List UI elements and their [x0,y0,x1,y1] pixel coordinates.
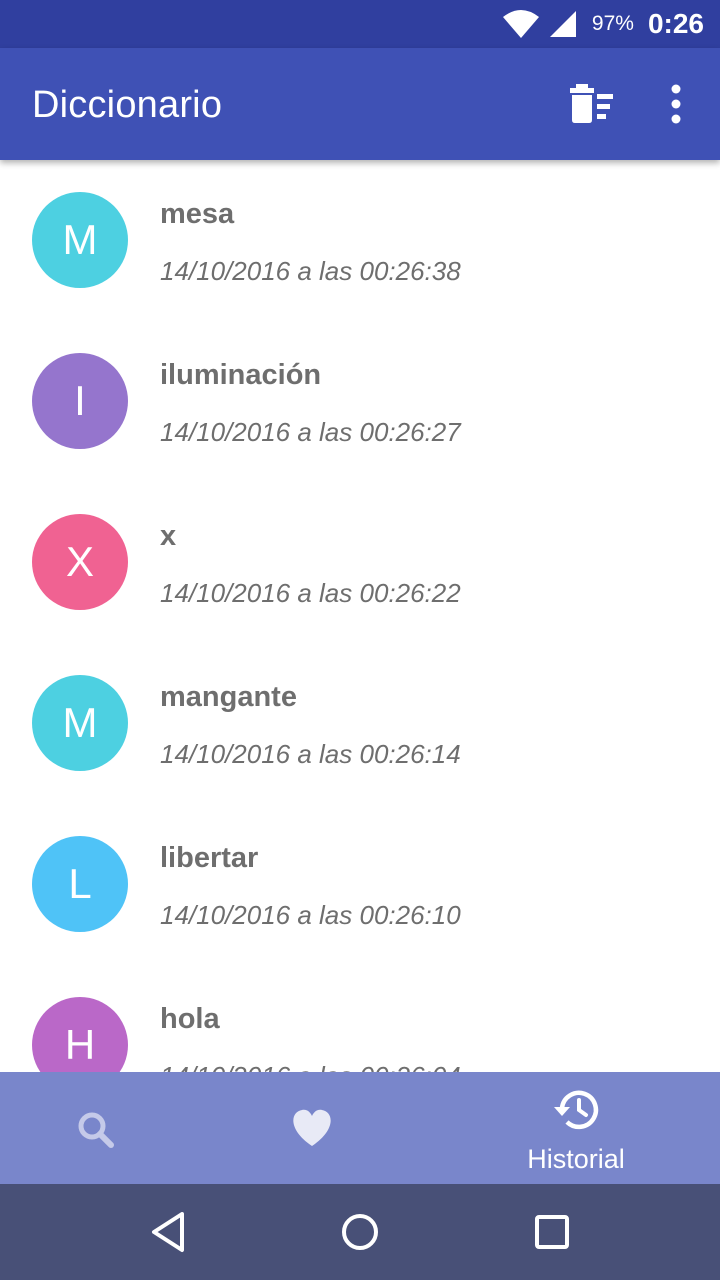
date-label: 14/10/2016 a las 00:26:22 [160,578,461,608]
avatar: L [32,836,128,932]
word-label: mesa [160,198,235,230]
date-label: 14/10/2016 a las 00:26:27 [160,417,461,447]
avatar: M [32,192,128,288]
history-icon [554,1090,599,1130]
avatar: I [32,353,128,449]
list-item[interactable]: X x 14/10/2016 a las 00:26:22 [0,482,720,643]
date-label: 14/10/2016 a las 00:26:10 [160,900,461,930]
search-icon [78,1112,114,1148]
heart-icon [293,1109,331,1146]
status-bar: 97% 0:26 [0,0,720,48]
recents-icon[interactable] [524,1204,580,1260]
more-vert-icon[interactable] [656,78,696,130]
home-icon[interactable] [332,1204,388,1260]
avatar: X [32,514,128,610]
history-list[interactable]: M mesa 14/10/2016 a las 00:26:38 I ilumi… [0,160,720,1072]
nav-history-button[interactable]: Historial [500,1080,652,1176]
date-label: 14/10/2016 a las 00:26:38 [160,256,461,286]
list-item[interactable]: I iluminación 14/10/2016 a las 00:26:27 [0,321,720,482]
list-item[interactable]: H hola 14/10/2016 a las 00:26:04 [0,965,720,1072]
signal-icon [549,11,576,37]
back-icon[interactable] [140,1204,196,1260]
list-item[interactable]: M mangante 14/10/2016 a las 00:26:14 [0,643,720,804]
word-label: x [160,520,177,552]
word-label: libertar [160,842,259,874]
nav-history-label: Historial [527,1144,625,1174]
avatar: H [32,997,128,1072]
app-bar: Diccionario [0,48,720,160]
avatar: M [32,675,128,771]
bottom-navigation: Historial [0,1072,720,1184]
nav-search-button[interactable] [60,1088,132,1168]
battery-percent: 97% [591,12,634,35]
page-title: Diccionario [32,84,223,126]
date-label: 14/10/2016 a las 00:26:14 [160,739,461,769]
wifi-icon [502,10,539,38]
nav-favorites-button[interactable] [276,1088,348,1168]
list-item[interactable]: M mesa 14/10/2016 a las 00:26:38 [0,160,720,321]
system-navigation-bar [0,1184,720,1280]
delete-sweep-icon[interactable] [566,82,618,126]
date-label: 14/10/2016 a las 00:26:04 [160,1061,461,1072]
word-label: mangante [160,681,297,713]
clock: 0:26 [647,8,704,39]
word-label: hola [160,1003,220,1035]
list-item[interactable]: L libertar 14/10/2016 a las 00:26:10 [0,804,720,965]
word-label: iluminación [160,359,322,391]
